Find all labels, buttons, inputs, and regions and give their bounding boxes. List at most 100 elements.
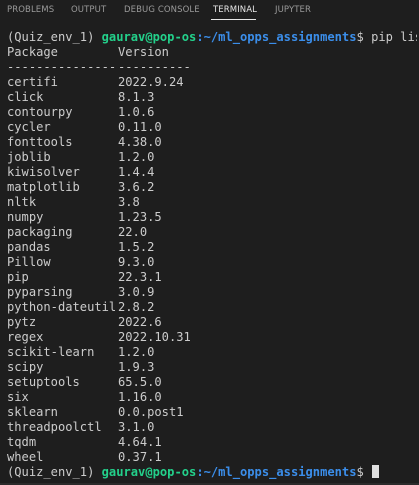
- package-row: python-dateutil 2.8.2: [7, 300, 417, 315]
- package-row: nltk 3.8: [7, 195, 417, 210]
- package-name: pip: [7, 270, 29, 284]
- package-name: packaging: [7, 225, 73, 239]
- package-version: 4.64.1: [118, 435, 162, 449]
- package-row: packaging 22.0: [7, 225, 417, 240]
- package-row: kiwisolver 1.4.4: [7, 165, 417, 180]
- package-version: 65.5.0: [118, 375, 162, 389]
- package-name: six: [7, 390, 29, 404]
- package-name: cycler: [7, 120, 51, 134]
- package-list: certifi 2022.9.24 click 8.1.3 contourpy 1.0.6…: [7, 75, 417, 465]
- package-name: kiwisolver: [7, 165, 80, 179]
- package-row: scikit-learn 1.2.0: [7, 345, 417, 360]
- terminal-cursor: [372, 465, 380, 478]
- header-package: Package: [7, 45, 58, 59]
- package-version: 1.9.3: [118, 360, 155, 374]
- package-version: 22.3.1: [118, 270, 162, 284]
- package-name: numpy: [7, 210, 44, 224]
- package-name: scipy: [7, 360, 44, 374]
- package-name: threadpoolctl: [7, 420, 102, 434]
- package-version: 1.0.6: [118, 105, 155, 119]
- command-text: pip list: [371, 30, 417, 44]
- package-name: pandas: [7, 240, 51, 254]
- package-name: tqdm: [7, 435, 37, 449]
- active-prompt-line: (Quiz_env_1) gaurav@pop-os:~/ml_opps_ass…: [7, 465, 417, 480]
- package-version: 1.2.0: [118, 150, 155, 164]
- tab-problems[interactable]: PROBLEMS: [7, 5, 54, 15]
- prompt-symbol: $: [356, 30, 372, 44]
- package-row: click 8.1.3: [7, 90, 417, 105]
- package-name: click: [7, 90, 44, 104]
- package-name: regex: [7, 330, 44, 344]
- package-name: setuptools: [7, 375, 80, 389]
- package-version: 1.16.0: [118, 390, 162, 404]
- package-version: 2022.10.31: [118, 330, 191, 344]
- package-row: sklearn 0.0.post1: [7, 405, 417, 420]
- tab-debug-console[interactable]: DEBUG CONSOLE: [124, 5, 200, 15]
- table-separator-row: --------------- ----------: [7, 60, 417, 75]
- package-version: 1.23.5: [118, 210, 162, 224]
- active-tab-indicator: [211, 19, 256, 20]
- package-version: 0.11.0: [118, 120, 162, 134]
- package-version: 2.8.2: [118, 300, 155, 314]
- package-row: joblib 1.2.0: [7, 150, 417, 165]
- prompt-user-host: gaurav@pop-os: [101, 465, 197, 479]
- package-version: 1.2.0: [118, 345, 155, 359]
- package-name: scikit-learn: [7, 345, 95, 359]
- prompt-user-host: gaurav@pop-os: [101, 30, 197, 44]
- package-row: regex 2022.10.31: [7, 330, 417, 345]
- package-version: 3.8: [118, 195, 140, 209]
- package-name: sklearn: [7, 405, 58, 419]
- panel-tab-bar: PROBLEMS OUTPUT DEBUG CONSOLE TERMINAL J…: [0, 0, 419, 22]
- prompt-env: (Quiz_env_1): [7, 465, 102, 479]
- package-version: 0.0.post1: [118, 405, 184, 419]
- package-name: pyparsing: [7, 285, 73, 299]
- prompt-symbol: $: [356, 465, 372, 479]
- tab-output[interactable]: OUTPUT: [71, 5, 106, 15]
- package-name: certifi: [7, 75, 58, 89]
- package-version: 3.1.0: [118, 420, 155, 434]
- package-name: fonttools: [7, 135, 73, 149]
- package-row: Pillow 9.3.0: [7, 255, 417, 270]
- prompt-path: :~/ml_opps_assignments: [196, 465, 357, 479]
- package-version: 1.4.4: [118, 165, 155, 179]
- package-version: 2022.9.24: [118, 75, 184, 89]
- prompt-env: (Quiz_env_1): [7, 30, 102, 44]
- package-row: fonttools 4.38.0: [7, 135, 417, 150]
- package-row: setuptools 65.5.0: [7, 375, 417, 390]
- header-version: Version: [118, 45, 169, 59]
- package-version: 3.6.2: [118, 180, 155, 194]
- package-row: wheel 0.37.1: [7, 450, 417, 465]
- package-version: 3.0.9: [118, 285, 155, 299]
- terminal-output[interactable]: (Quiz_env_1) gaurav@pop-os:~/ml_opps_ass…: [7, 30, 417, 480]
- package-version: 9.3.0: [118, 255, 155, 269]
- package-row: cycler 0.11.0: [7, 120, 417, 135]
- command-prompt-line: (Quiz_env_1) gaurav@pop-os:~/ml_opps_ass…: [7, 30, 417, 45]
- package-version: 4.38.0: [118, 135, 162, 149]
- package-name: Pillow: [7, 255, 51, 269]
- package-row: six 1.16.0: [7, 390, 417, 405]
- package-version: 22.0: [118, 225, 148, 239]
- package-name: matplotlib: [7, 180, 80, 194]
- tab-jupyter[interactable]: JUPYTER: [275, 5, 311, 15]
- package-row: numpy 1.23.5: [7, 210, 417, 225]
- package-name: python-dateutil: [7, 300, 117, 314]
- separator-version: ----------: [118, 60, 191, 74]
- table-header-row: Package Version: [7, 45, 417, 60]
- package-version: 8.1.3: [118, 90, 155, 104]
- package-name: wheel: [7, 450, 44, 464]
- tab-terminal[interactable]: TERMINAL: [213, 5, 257, 15]
- package-row: matplotlib 3.6.2: [7, 180, 417, 195]
- package-name: nltk: [7, 195, 37, 209]
- package-row: pip 22.3.1: [7, 270, 417, 285]
- prompt-path: :~/ml_opps_assignments: [196, 30, 357, 44]
- package-name: contourpy: [7, 105, 73, 119]
- package-row: scipy 1.9.3: [7, 360, 417, 375]
- package-row: tqdm 4.64.1: [7, 435, 417, 450]
- package-row: pyparsing 3.0.9: [7, 285, 417, 300]
- package-row: threadpoolctl 3.1.0: [7, 420, 417, 435]
- package-version: 2022.6: [118, 315, 162, 329]
- package-row: pytz 2022.6: [7, 315, 417, 330]
- package-name: joblib: [7, 150, 51, 164]
- package-version: 1.5.2: [118, 240, 155, 254]
- package-name: pytz: [7, 315, 37, 329]
